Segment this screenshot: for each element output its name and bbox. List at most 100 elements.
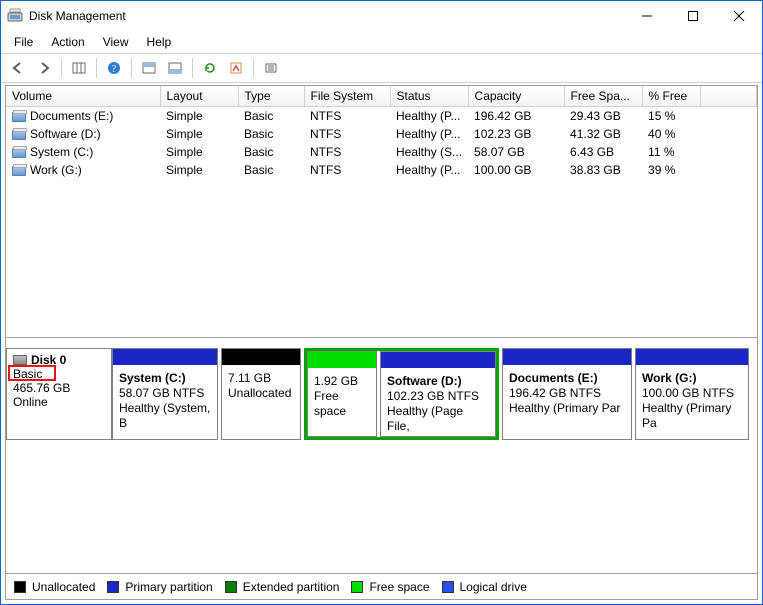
table-header-row[interactable]: Volume Layout Type File System Status Ca… [6, 86, 757, 107]
cell-capacity: 102.23 GB [468, 125, 564, 143]
forward-button[interactable] [32, 56, 56, 80]
cell-type: Basic [238, 107, 304, 126]
menu-help[interactable]: Help [138, 31, 181, 53]
cell-type: Basic [238, 161, 304, 179]
partition[interactable]: 1.92 GBFree space [307, 351, 377, 437]
col-filesystem[interactable]: File System [304, 86, 390, 107]
partition-cap [381, 352, 495, 368]
partition-title: Software (D:) [387, 374, 462, 388]
legend-swatch [107, 581, 119, 593]
partition[interactable]: Software (D:)102.23 GB NTFSHealthy (Page… [380, 351, 496, 437]
cell-layout: Simple [160, 107, 238, 126]
cell-type: Basic [238, 125, 304, 143]
col-type[interactable]: Type [238, 86, 304, 107]
partition-line: 100.00 GB NTFS [642, 386, 734, 400]
refresh-button[interactable] [198, 56, 222, 80]
volume-list-pane: Volume Layout Type File System Status Ca… [6, 86, 757, 338]
cell-capacity: 196.42 GB [468, 107, 564, 126]
table-row[interactable]: System (C:) SimpleBasicNTFSHealthy (S...5… [6, 143, 757, 161]
minimize-button[interactable] [624, 1, 670, 31]
table-row[interactable]: Work (G:)SimpleBasicNTFSHealthy (P...100… [6, 161, 757, 179]
cell-fs: NTFS [304, 161, 390, 179]
partition[interactable]: System (C:)58.07 GB NTFSHealthy (System,… [112, 348, 218, 440]
partition[interactable]: Work (G:)100.00 GB NTFSHealthy (Primary … [635, 348, 749, 440]
partition-line: Unallocated [228, 386, 291, 400]
properties-button[interactable] [224, 56, 248, 80]
window-title: Disk Management [29, 9, 126, 23]
svg-text:?: ? [112, 64, 117, 75]
window-controls [624, 1, 762, 31]
partition-cap [503, 349, 631, 365]
cell-layout: Simple [160, 143, 238, 161]
partition-title: Work (G:) [642, 371, 696, 385]
col-status[interactable]: Status [390, 86, 468, 107]
help-button[interactable]: ? [102, 56, 126, 80]
disk-partitions: System (C:)58.07 GB NTFSHealthy (System,… [112, 348, 757, 440]
close-button[interactable] [716, 1, 762, 31]
partition-title: System (C:) [119, 371, 186, 385]
app-icon [7, 8, 23, 24]
cell-status: Healthy (P... [390, 107, 468, 126]
cell-layout: Simple [160, 125, 238, 143]
view-bottom-button[interactable] [163, 56, 187, 80]
cell-status: Healthy (P... [390, 125, 468, 143]
disk-kind: Basic [13, 367, 42, 381]
cell-free: 41.32 GB [564, 125, 642, 143]
cell-status: Healthy (S... [390, 143, 468, 161]
toolbar: ? [1, 53, 762, 83]
partition-line: Healthy (Primary Pa [642, 401, 731, 430]
volume-table[interactable]: Volume Layout Type File System Status Ca… [6, 86, 757, 179]
partition[interactable]: 7.11 GBUnallocated [221, 348, 301, 440]
partition-line: Healthy (Primary Par [509, 401, 620, 415]
partition[interactable]: Documents (E:)196.42 GB NTFSHealthy (Pri… [502, 348, 632, 440]
cell-fs: NTFS [304, 125, 390, 143]
col-volume[interactable]: Volume [6, 86, 160, 107]
volume-icon [12, 148, 26, 158]
table-row[interactable]: Software (D:)SimpleBasicNTFSHealthy (P..… [6, 125, 757, 143]
partition-cap [222, 349, 300, 365]
partition-cap [113, 349, 217, 365]
cell-type: Basic [238, 143, 304, 161]
menubar: File Action View Help [1, 31, 762, 53]
cell-volume: System (C:) [30, 145, 93, 159]
cell-status: Healthy (P... [390, 161, 468, 179]
menu-action[interactable]: Action [42, 31, 93, 53]
cell-volume: Work (G:) [30, 163, 82, 177]
col-pct[interactable]: % Free [642, 86, 700, 107]
legend-label: Unallocated [32, 580, 95, 594]
partition-line: 7.11 GB [228, 371, 271, 385]
cell-volume: Documents (E:) [30, 109, 113, 123]
table-row[interactable]: Documents (E:) SimpleBasicNTFSHealthy (P.… [6, 107, 757, 126]
partition-cap [636, 349, 748, 365]
disk-size: 465.76 GB [13, 381, 105, 395]
maximize-button[interactable] [670, 1, 716, 31]
menu-view[interactable]: View [94, 31, 138, 53]
partition-line: 102.23 GB NTFS [387, 389, 479, 403]
partition-line: 196.42 GB NTFS [509, 386, 601, 400]
partition-line: Healthy (Page File, [387, 404, 463, 433]
back-button[interactable] [6, 56, 30, 80]
cell-capacity: 58.07 GB [468, 143, 564, 161]
menu-file[interactable]: File [5, 31, 42, 53]
legend-label: Free space [369, 580, 429, 594]
col-capacity[interactable]: Capacity [468, 86, 564, 107]
partition-line: 58.07 GB NTFS [119, 386, 204, 400]
volume-icon [12, 112, 26, 122]
cell-fs: NTFS [304, 107, 390, 126]
titlebar: Disk Management [1, 1, 762, 31]
settings-button[interactable] [259, 56, 283, 80]
col-free[interactable]: Free Spa... [564, 86, 642, 107]
cell-layout: Simple [160, 161, 238, 179]
show-hide-button[interactable] [67, 56, 91, 80]
cell-fs: NTFS [304, 143, 390, 161]
cell-pct: 15 % [642, 107, 700, 126]
view-top-button[interactable] [137, 56, 161, 80]
col-layout[interactable]: Layout [160, 86, 238, 107]
disk-state: Online [13, 395, 105, 409]
disk-header[interactable]: Disk 0 Basic 465.76 GB Online [6, 348, 112, 440]
partition-line: Free space [314, 389, 346, 418]
cell-free: 29.43 GB [564, 107, 642, 126]
legend-label: Extended partition [243, 580, 340, 594]
legend-swatch [14, 581, 26, 593]
legend-label: Primary partition [125, 580, 212, 594]
